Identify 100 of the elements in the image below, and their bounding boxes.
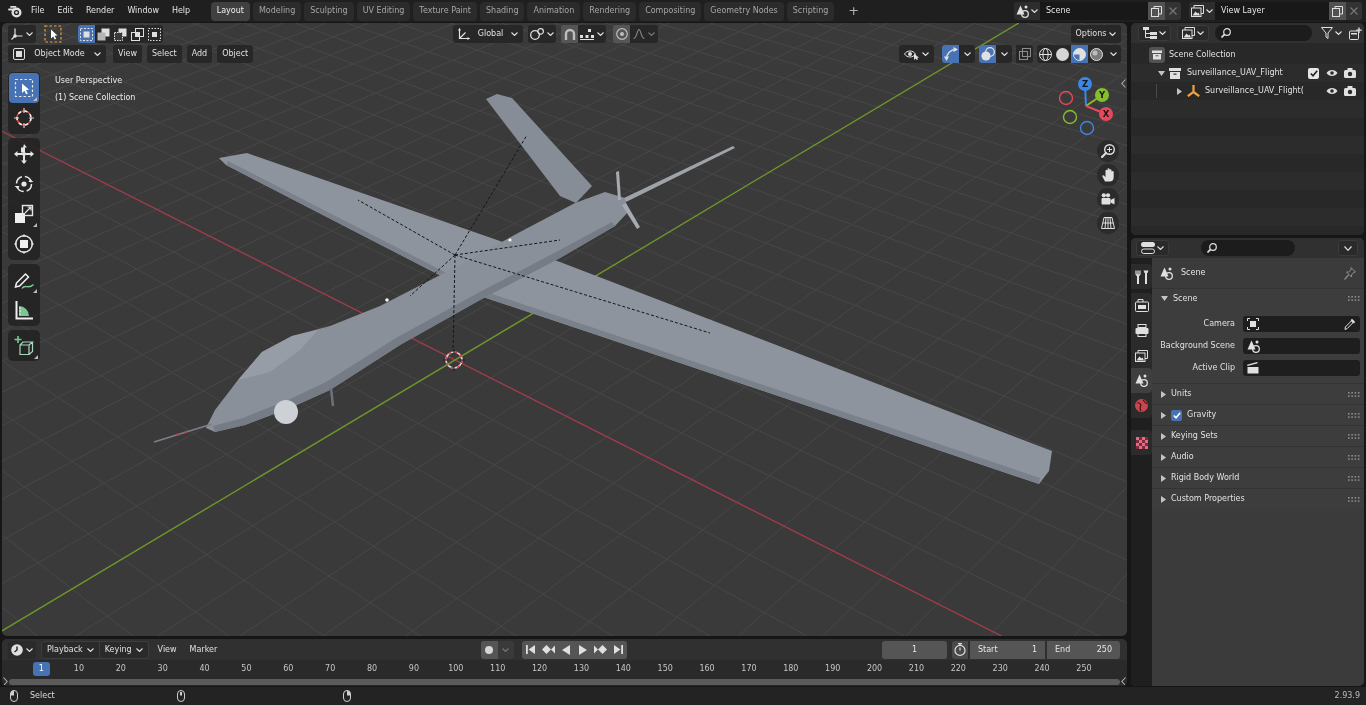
- selectability-dropdown[interactable]: [899, 45, 934, 63]
- perspective-toggle-button[interactable]: [1097, 212, 1119, 234]
- menu-item[interactable]: Help: [165, 6, 197, 16]
- disclosure-triangle-icon[interactable]: [1161, 495, 1166, 503]
- start-frame-field[interactable]: Start 1: [970, 640, 1045, 659]
- scene-browse-button[interactable]: [1014, 2, 1040, 20]
- workspace-tab[interactable]: Geometry Nodes: [704, 1, 784, 21]
- overlays-toggle[interactable]: [979, 45, 996, 63]
- editor-type-button[interactable]: [8, 640, 36, 659]
- search-field[interactable]: [1201, 240, 1295, 256]
- editor-type-button[interactable]: [1136, 240, 1169, 256]
- chevron-right-icon[interactable]: [3, 677, 8, 686]
- workspace-tab[interactable]: Modeling: [252, 1, 302, 21]
- workspace-tab[interactable]: Shading: [480, 1, 525, 21]
- data-block-field[interactable]: [1243, 316, 1360, 332]
- shading-mode-button[interactable]: [1054, 45, 1071, 63]
- view-layer-browse-button[interactable]: [1189, 2, 1215, 20]
- view-layer-name-field[interactable]: View Layer: [1215, 2, 1329, 20]
- drag-handle-icon[interactable]: [1348, 454, 1360, 460]
- duplicate-view-layer-button[interactable]: [1329, 2, 1346, 20]
- panel-checkbox[interactable]: [1171, 409, 1182, 421]
- dashed-box-pointer-icon[interactable]: [44, 25, 62, 43]
- select-mode-button[interactable]: [129, 25, 146, 43]
- menu-item[interactable]: Edit: [50, 6, 80, 16]
- exclude-checkbox[interactable]: [1308, 67, 1319, 79]
- auto-keying-toggle[interactable]: [480, 640, 498, 659]
- menu-dropdown[interactable]: Keying: [99, 640, 149, 659]
- menu-item[interactable]: File: [24, 6, 51, 16]
- drag-handle-icon[interactable]: [1348, 496, 1360, 502]
- gizmos-toggle[interactable]: [942, 45, 959, 63]
- disclosure-triangle-icon[interactable]: [1161, 474, 1166, 482]
- options-button[interactable]: Options: [1071, 25, 1121, 43]
- menu-item[interactable]: Render: [79, 6, 121, 16]
- chevron-left-icon[interactable]: [1121, 79, 1126, 88]
- snap-toggle[interactable]: [561, 25, 578, 43]
- shading-options-dropdown[interactable]: [1105, 45, 1121, 63]
- snap-target-dropdown[interactable]: [578, 25, 606, 43]
- 3d-viewport[interactable]: Global Options Object Mode View Select Add Object User Perspective (1) Scene Collection Z Y X: [2, 23, 1127, 636]
- disclosure-triangle-icon[interactable]: [1157, 70, 1165, 76]
- falloff-dropdown[interactable]: [630, 25, 658, 43]
- cursor-crosshair-icon[interactable]: [442, 348, 466, 372]
- jump-end-button[interactable]: [609, 640, 628, 659]
- menu-button[interactable]: Select: [147, 45, 182, 63]
- data-block-field[interactable]: [1243, 338, 1360, 354]
- workspace-tab[interactable]: Scripting: [786, 1, 835, 21]
- menu-item[interactable]: View: [152, 644, 182, 655]
- pivot-dropdown[interactable]: [528, 25, 556, 43]
- menu-item[interactable]: Marker: [184, 644, 223, 655]
- remove-view-layer-button[interactable]: [1346, 2, 1362, 20]
- eyedropper-icon[interactable]: [1344, 318, 1356, 330]
- drag-handle-icon[interactable]: [1348, 391, 1360, 397]
- pin-icon[interactable]: [1344, 266, 1356, 280]
- data-block-field[interactable]: [1243, 360, 1360, 376]
- disclosure-triangle-icon[interactable]: [1176, 87, 1182, 95]
- tool-button[interactable]: [9, 73, 39, 103]
- display-mode-dropdown[interactable]: [1138, 25, 1171, 41]
- outliner-item-label[interactable]: Surveillance_UAV_Flight: [1187, 68, 1283, 78]
- camera-view-button[interactable]: [1097, 188, 1119, 210]
- select-mode-button[interactable]: [112, 25, 129, 43]
- axis-ring-icon[interactable]: [1079, 120, 1095, 136]
- mode-dropdown[interactable]: Object Mode: [8, 45, 106, 63]
- drag-handle-icon[interactable]: [1348, 296, 1360, 301]
- menu-item[interactable]: Window: [120, 6, 166, 16]
- disclosure-triangle-icon[interactable]: [1161, 432, 1166, 440]
- select-mode-button[interactable]: [95, 25, 112, 43]
- disclosure-triangle-icon[interactable]: [1161, 411, 1166, 419]
- pan-button[interactable]: [1097, 164, 1119, 186]
- tool-button[interactable]: [8, 330, 40, 361]
- shading-mode-button[interactable]: [1037, 45, 1054, 63]
- menu-button[interactable]: Object: [217, 45, 254, 63]
- scene-name-field[interactable]: Scene: [1040, 2, 1148, 20]
- workspace-tab[interactable]: Animation: [527, 1, 581, 21]
- drag-handle-icon[interactable]: [1348, 412, 1360, 418]
- jump-start-button[interactable]: [521, 640, 540, 659]
- new-collection-button[interactable]: [1349, 26, 1362, 40]
- options-dropdown[interactable]: [1338, 240, 1358, 256]
- outliner-item-label[interactable]: Surveillance_UAV_Flight(: [1205, 86, 1304, 96]
- workspace-tab[interactable]: UV Editing: [356, 1, 411, 21]
- menu-dropdown[interactable]: Playback: [41, 640, 100, 659]
- eye-icon[interactable]: [1326, 69, 1338, 77]
- menu-button[interactable]: View: [113, 45, 142, 63]
- xray-toggle[interactable]: [1016, 45, 1033, 63]
- add-workspace-button[interactable]: +: [843, 1, 865, 21]
- disclosure-triangle-icon[interactable]: [1161, 296, 1168, 301]
- toggle-options-dropdown[interactable]: [959, 45, 975, 63]
- current-frame-field[interactable]: 1: [882, 640, 947, 659]
- workspace-tab[interactable]: Compositing: [639, 1, 702, 21]
- orientation-dropdown[interactable]: Global: [453, 25, 523, 43]
- remove-scene-button[interactable]: [1165, 2, 1181, 20]
- properties-tab[interactable]: [1131, 368, 1152, 393]
- toggle-options-dropdown[interactable]: [996, 45, 1012, 63]
- axis-ring-icon[interactable]: [1062, 109, 1078, 125]
- workspace-tab[interactable]: Texture Paint: [413, 1, 477, 21]
- shading-mode-button[interactable]: [1088, 45, 1105, 63]
- outliner-item-label[interactable]: Scene Collection: [1169, 50, 1236, 60]
- timeline-scrollbar[interactable]: [9, 678, 1120, 685]
- drag-handle-icon[interactable]: [1348, 433, 1360, 439]
- view-layer-filter-dropdown[interactable]: [1177, 25, 1209, 41]
- chevron-left-icon[interactable]: [1121, 677, 1126, 686]
- zoom-button[interactable]: [1097, 140, 1119, 162]
